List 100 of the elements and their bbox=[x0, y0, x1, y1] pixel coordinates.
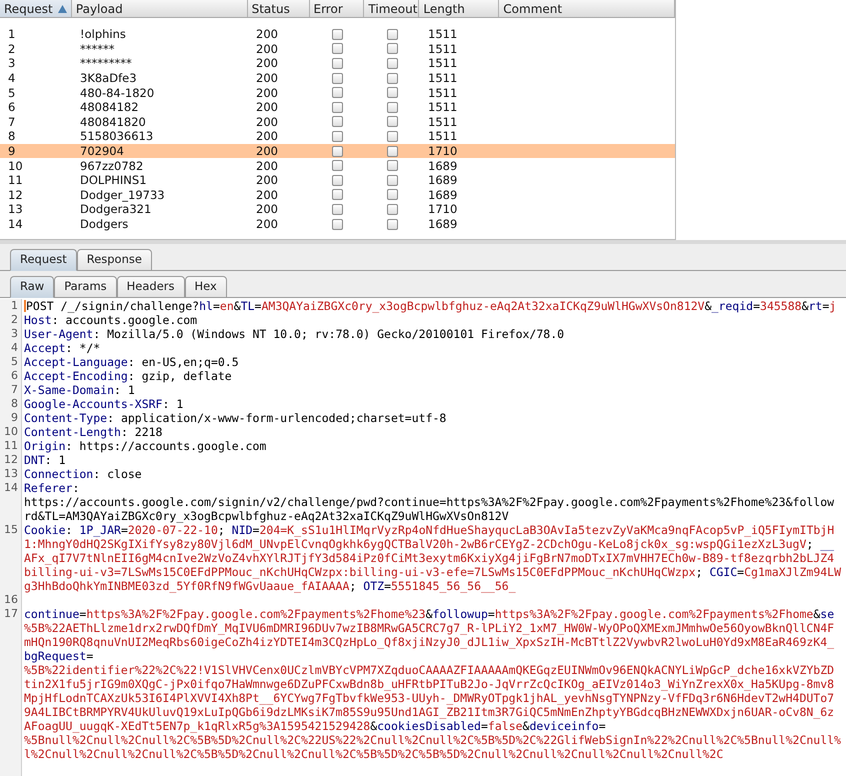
code-line: Origin: https://accounts.google.com bbox=[24, 439, 266, 453]
checkbox[interactable] bbox=[332, 160, 343, 172]
table-cell: 1710 bbox=[428, 144, 458, 158]
checkbox[interactable] bbox=[332, 43, 343, 54]
table-cell: 480-84-1820 bbox=[80, 86, 154, 100]
checkbox[interactable] bbox=[332, 146, 343, 157]
checkbox[interactable] bbox=[387, 218, 398, 230]
result-row[interactable]: 4 3K8aDfe3 200 1511 bbox=[0, 70, 675, 86]
table-cell: 200 bbox=[256, 27, 278, 42]
code-line: %5Bnull%2Cnull%2Cnull%2C%5B%5D%2Cnull%2C%22US%22%2Cnull%2Cnull%2C%5B%5D%2C%22GlifWebSignIn%22%2Cnull%2C%5Bnull%2Cnull% bbox=[24, 733, 841, 747]
line-number: 3 bbox=[11, 327, 18, 340]
checkbox[interactable] bbox=[387, 28, 398, 40]
checkbox[interactable] bbox=[332, 174, 343, 186]
table-cell: Dodgers bbox=[80, 217, 128, 232]
table-cell: 1511 bbox=[428, 114, 458, 129]
checkbox[interactable] bbox=[387, 130, 398, 142]
column-header[interactable]: Payload bbox=[72, 0, 248, 17]
code-line: MpjHfLodnTCAXzUk53I6I4PlXVVI4Xh8Pt__6YCYwg7FgTbvfkWe953-UUyh-_DMWRyOTpgk1jhAL_yevhNsgTYNPNzy-VfFDq3r6N6HdevT2wH4DUTo7 bbox=[24, 691, 834, 705]
checkbox[interactable] bbox=[332, 58, 343, 69]
table-cell: ****** bbox=[80, 42, 114, 56]
checkbox[interactable] bbox=[387, 174, 398, 186]
code-line: X-Same-Domain: 1 bbox=[24, 383, 135, 397]
result-row[interactable]: 10 967zz0782 200 1689 bbox=[0, 158, 675, 173]
checkbox[interactable] bbox=[387, 116, 398, 128]
result-row[interactable]: 13 Dodgera321 200 1710 bbox=[0, 202, 675, 217]
code-line: g3HhBdoQhkYmINBME03zd_5Yf0RfN9fWGvUaaue_fAIAAAA; OTZ=5551845_56_56__56_ bbox=[24, 579, 516, 593]
checkbox[interactable] bbox=[332, 130, 343, 142]
line-number: 11 bbox=[4, 439, 18, 452]
checkbox[interactable] bbox=[387, 146, 398, 157]
checkbox[interactable] bbox=[332, 102, 343, 113]
table-cell: 1511 bbox=[428, 56, 458, 70]
table-cell: 9 bbox=[8, 144, 16, 158]
checkbox[interactable] bbox=[332, 72, 343, 84]
checkbox[interactable] bbox=[387, 189, 398, 200]
tab[interactable]: Headers bbox=[116, 276, 185, 298]
line-number: 17 bbox=[4, 607, 18, 620]
table-cell: 702904 bbox=[80, 144, 124, 158]
result-row[interactable]: 7 480841820 200 1511 bbox=[0, 114, 675, 130]
checkbox[interactable] bbox=[332, 116, 343, 128]
table-cell: 200 bbox=[256, 100, 278, 114]
tab[interactable]: Response bbox=[76, 249, 152, 271]
result-row[interactable]: 8 5158036613 200 1511 bbox=[0, 129, 675, 144]
result-row[interactable]: 11 DOLPHINS1 200 1689 bbox=[0, 172, 675, 188]
checkbox[interactable] bbox=[387, 160, 398, 172]
checkbox[interactable] bbox=[387, 102, 398, 113]
code-line: Google-Accounts-XSRF: 1 bbox=[24, 397, 184, 411]
code-line: 9A4LIBCtBRMPYRV4UkUluvQ19xLuIpQGb6i9dzLMKsiK7m85S9u95Und1AGI_ZB21Itm3R7GiQC5mNmEnZhptyYBGdcqBHzNEWWXDxjn6UAR-oCv8N_6z bbox=[24, 705, 834, 719]
result-row[interactable]: 9 702904 200 1710 bbox=[0, 144, 675, 158]
checkbox[interactable] bbox=[332, 87, 343, 98]
table-cell: 1689 bbox=[428, 173, 458, 188]
table-cell: 5 bbox=[8, 86, 16, 100]
column-header[interactable]: Request bbox=[0, 0, 72, 17]
column-header[interactable]: Comment bbox=[499, 0, 675, 17]
table-cell: 1689 bbox=[428, 217, 458, 232]
table-cell: 200 bbox=[256, 188, 278, 202]
line-number: 15 bbox=[4, 523, 18, 536]
checkbox[interactable] bbox=[332, 204, 343, 215]
table-cell: 1689 bbox=[428, 158, 458, 173]
result-row[interactable]: 5 480-84-1820 200 1511 bbox=[0, 85, 675, 100]
checkbox[interactable] bbox=[387, 87, 398, 98]
line-number: 16 bbox=[4, 593, 18, 606]
column-header[interactable]: Timeout bbox=[364, 0, 420, 17]
result-row[interactable]: 12 Dodger_19733 200 1689 bbox=[0, 188, 675, 202]
result-row[interactable]: 6 48084182 200 1511 bbox=[0, 100, 675, 115]
tab[interactable]: Raw bbox=[10, 276, 54, 298]
code-line: Content-Length: 2218 bbox=[24, 425, 162, 439]
tab[interactable]: Hex bbox=[184, 276, 227, 298]
result-row[interactable]: 1 !olphins 200 1511 bbox=[0, 27, 675, 42]
table-cell: 200 bbox=[256, 202, 278, 216]
column-header[interactable]: Length bbox=[419, 0, 500, 17]
checkbox[interactable] bbox=[387, 204, 398, 215]
result-row[interactable]: 2 ****** 200 1511 bbox=[0, 42, 675, 56]
code-line: Cookie: 1P_JAR=2020-07-22-10; NID=204=K_sS1u1HlIMqrVyzRp4oNfdHueShayqucLaB3OAvIa5tezvZyVaKMca9nqFAcop5vP_iQ5FIymITbjH bbox=[24, 523, 834, 537]
table-cell: 7 bbox=[8, 114, 16, 129]
table-cell: Dodger_19733 bbox=[80, 188, 165, 202]
line-number: 5 bbox=[11, 355, 18, 368]
checkbox[interactable] bbox=[387, 43, 398, 54]
tab[interactable]: Request bbox=[10, 249, 77, 271]
line-number: 1 bbox=[11, 299, 18, 312]
table-cell: 1511 bbox=[428, 71, 458, 86]
code-line: mHQn190RQ8qnuVnUI2MeqRbs60igeCoZh4izYDTEI4m3CQzHpLo_Qf8xjiNzyJ0_dJL1iw_XpxSzIH-McBTtlZ2VywbvR2lwoLuH0Yd9xM8EaR469zK4_ bbox=[24, 635, 834, 649]
tab[interactable]: Params bbox=[54, 276, 117, 298]
table-cell: 200 bbox=[256, 114, 278, 129]
line-number: 14 bbox=[4, 481, 18, 494]
checkbox[interactable] bbox=[387, 58, 398, 69]
checkbox[interactable] bbox=[332, 218, 343, 230]
result-row[interactable]: 14 Dodgers 200 1689 bbox=[0, 216, 675, 232]
result-row[interactable]: 3 ********* 200 1511 bbox=[0, 56, 675, 71]
column-header[interactable]: Error bbox=[310, 0, 364, 17]
column-header[interactable]: Status bbox=[248, 0, 310, 17]
table-cell: 12 bbox=[8, 188, 23, 202]
code-line: %5B%22AEThLlzme1drx2rwDQfDmY_MqIVU6mDMRI96DUv7wzIB8MRwGA5CRC7g7_R-lPLiY2_1xM7_HW0W-WyOPoQXMExmJMmhwOe56OyowBknQllCN4F bbox=[24, 621, 834, 635]
line-number: 8 bbox=[11, 397, 18, 410]
code-line: continue=https%3A%2F%2Fpay.google.com%2Fpayments%2Fhome%23&followup=https%3A%2F%2Fpay.google.com%2Fpayments%2Fhome&se bbox=[24, 607, 834, 621]
code-line: Accept: */* bbox=[24, 341, 100, 355]
checkbox[interactable] bbox=[332, 28, 343, 40]
table-cell: 3K8aDfe3 bbox=[80, 71, 137, 86]
checkbox[interactable] bbox=[332, 189, 343, 200]
table-cell: 3 bbox=[8, 56, 16, 70]
checkbox[interactable] bbox=[387, 72, 398, 84]
